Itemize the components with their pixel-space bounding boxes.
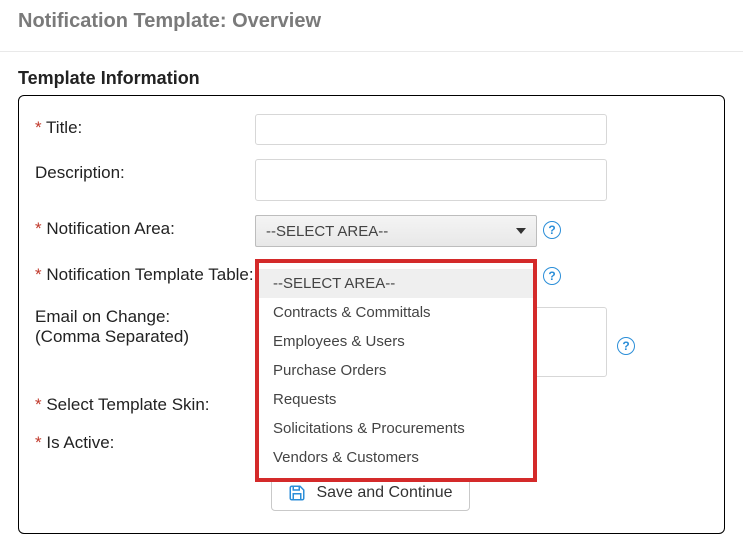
label-skin: Select Template Skin:: [35, 391, 255, 415]
label-email: Email on Change: (Comma Separated): [35, 307, 255, 347]
help-icon-template-table[interactable]: ?: [543, 267, 561, 285]
title-input[interactable]: [255, 114, 607, 145]
area-option[interactable]: Employees & Users: [259, 327, 533, 356]
area-option[interactable]: Purchase Orders: [259, 356, 533, 385]
area-option[interactable]: Vendors & Customers: [259, 443, 533, 472]
label-title: Title:: [35, 114, 255, 138]
area-option[interactable]: --SELECT AREA--: [259, 269, 533, 298]
area-option[interactable]: Solicitations & Procurements: [259, 414, 533, 443]
area-select[interactable]: --SELECT AREA--: [255, 215, 537, 247]
area-option[interactable]: Requests: [259, 385, 533, 414]
help-icon-area[interactable]: ?: [543, 221, 561, 239]
form-box: Title: Description: Notification Area: -…: [18, 95, 725, 534]
label-is-active: Is Active:: [35, 429, 255, 453]
save-button-label: Save and Continue: [316, 484, 452, 502]
area-select-value: --SELECT AREA--: [266, 223, 388, 240]
chevron-down-icon: [516, 228, 526, 234]
area-dropdown-panel: --SELECT AREA-- Contracts & Committals E…: [255, 259, 537, 482]
label-description: Description:: [35, 159, 255, 183]
area-option[interactable]: Contracts & Committals: [259, 298, 533, 327]
save-icon: [288, 484, 306, 502]
label-template-table: Notification Template Table:: [35, 261, 255, 285]
help-icon-emails[interactable]: ?: [617, 337, 635, 355]
label-area: Notification Area:: [35, 215, 255, 239]
page-title: Notification Template: Overview: [18, 10, 725, 33]
section-title: Template Information: [18, 68, 725, 89]
description-input[interactable]: [255, 159, 607, 201]
